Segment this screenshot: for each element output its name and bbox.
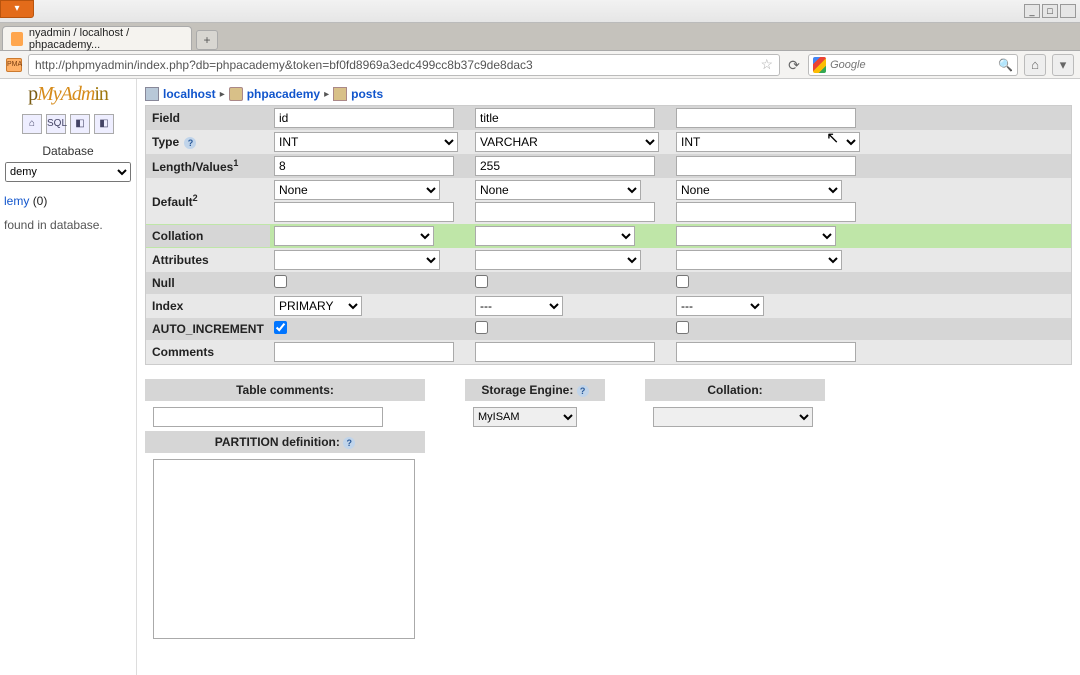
field-type-select[interactable]: INT: [274, 132, 458, 152]
field-collation-select[interactable]: [475, 226, 635, 246]
field-default-value-input[interactable]: [676, 202, 856, 222]
field-default-value-input[interactable]: [475, 202, 655, 222]
search-go-icon[interactable]: 🔍: [998, 58, 1013, 72]
search-bar[interactable]: 🔍: [808, 54, 1018, 76]
bookmark-star-icon[interactable]: ☆: [756, 56, 773, 73]
table-icon: [333, 87, 347, 101]
window-close-button[interactable]: [1060, 4, 1076, 18]
database-select[interactable]: demy: [5, 162, 131, 182]
field-autoincrement-checkbox[interactable]: [274, 321, 287, 334]
pma-main: localhost ▸ phpacademy ▸ posts Field Typ…: [137, 79, 1080, 675]
site-favicon: PMA: [6, 58, 22, 72]
pma-sidebar: pMyAdmin ⌂ SQL ◧ ◧ Database demy lemy (0…: [0, 79, 137, 675]
table-options: Table comments: PARTITION definition: ? …: [145, 379, 1072, 642]
help-icon[interactable]: ?: [577, 385, 589, 397]
os-titlebar: ▾ _ □: [0, 0, 1080, 23]
browser-tabstrip: nyadmin / localhost / phpacademy... +: [0, 23, 1080, 51]
app-menu-button[interactable]: ▾: [0, 0, 34, 18]
label-field: Field: [146, 107, 270, 129]
tab-favicon: [11, 32, 23, 46]
field-null-checkbox[interactable]: [676, 275, 689, 288]
field-null-checkbox[interactable]: [274, 275, 287, 288]
label-index: Index: [146, 295, 270, 317]
field-index-select[interactable]: ---: [475, 296, 563, 316]
label-null: Null: [146, 272, 270, 294]
field-null-checkbox[interactable]: [475, 275, 488, 288]
database-note: found in database.: [0, 208, 136, 232]
label-comments: Comments: [146, 341, 270, 363]
field-default-select[interactable]: None: [274, 180, 440, 200]
browser-toolbar: PMA ☆ ⟳ 🔍 ⌂ ▾: [0, 51, 1080, 79]
sidebar-home-icon[interactable]: ⌂: [22, 114, 42, 134]
reload-button[interactable]: ⟳: [786, 57, 802, 73]
field-length-input[interactable]: [475, 156, 655, 176]
sidebar-sql-icon[interactable]: SQL: [46, 114, 66, 134]
field-length-input[interactable]: [676, 156, 856, 176]
crumb-table[interactable]: posts: [351, 87, 383, 101]
field-name-input[interactable]: [475, 108, 655, 128]
field-attributes-select[interactable]: [676, 250, 842, 270]
crumb-sep: ▸: [324, 89, 329, 100]
url-input[interactable]: [35, 58, 756, 72]
label-collation: Collation: [146, 225, 270, 247]
label-table-comments: Table comments:: [145, 379, 425, 401]
field-comment-input[interactable]: [475, 342, 655, 362]
search-input[interactable]: [830, 59, 994, 71]
database-label: Database: [0, 144, 136, 158]
pma-logo: pMyAdmin: [0, 83, 136, 106]
field-comment-input[interactable]: [676, 342, 856, 362]
window-minimize-button[interactable]: _: [1024, 4, 1040, 18]
label-default: Default2: [146, 189, 270, 213]
browser-tab[interactable]: nyadmin / localhost / phpacademy...: [2, 26, 192, 50]
field-type-select[interactable]: VARCHAR: [475, 132, 659, 152]
label-table-collation: Collation:: [645, 379, 825, 401]
server-icon: [145, 87, 159, 101]
database-link[interactable]: lemy (0): [0, 194, 136, 208]
help-icon[interactable]: ?: [343, 437, 355, 449]
field-default-value-input[interactable]: [274, 202, 454, 222]
label-partition: PARTITION definition: ?: [145, 431, 425, 453]
new-tab-button[interactable]: +: [196, 30, 218, 50]
field-autoincrement-checkbox[interactable]: [475, 321, 488, 334]
field-collation-select[interactable]: [274, 226, 434, 246]
help-icon[interactable]: ?: [184, 137, 196, 149]
crumb-database[interactable]: phpacademy: [247, 87, 320, 101]
field-comment-input[interactable]: [274, 342, 454, 362]
tab-title: nyadmin / localhost / phpacademy...: [29, 27, 177, 51]
field-attributes-select[interactable]: [475, 250, 641, 270]
label-length: Length/Values1: [146, 154, 270, 178]
window-maximize-button[interactable]: □: [1042, 4, 1058, 18]
field-autoincrement-checkbox[interactable]: [676, 321, 689, 334]
crumb-server[interactable]: localhost: [163, 87, 216, 101]
home-button[interactable]: ⌂: [1024, 54, 1046, 76]
field-index-select[interactable]: PRIMARY: [274, 296, 362, 316]
google-icon: [813, 57, 826, 73]
field-attributes-select[interactable]: [274, 250, 440, 270]
field-length-input[interactable]: [274, 156, 454, 176]
menu-button[interactable]: ▾: [1052, 54, 1074, 76]
label-auto-increment: AUTO_INCREMENT: [146, 318, 270, 340]
partition-textarea[interactable]: [153, 459, 415, 639]
sidebar-docs-icon[interactable]: ◧: [70, 114, 90, 134]
database-icon: [229, 87, 243, 101]
field-default-select[interactable]: None: [676, 180, 842, 200]
crumb-sep: ▸: [220, 89, 225, 100]
storage-engine-select[interactable]: MyISAM: [473, 407, 577, 427]
label-type: Type ?: [146, 131, 270, 153]
sidebar-query-icon[interactable]: ◧: [94, 114, 114, 134]
field-name-input[interactable]: [676, 108, 856, 128]
field-name-input[interactable]: [274, 108, 454, 128]
table-comments-input[interactable]: [153, 407, 383, 427]
table-collation-select[interactable]: [653, 407, 813, 427]
field-index-select[interactable]: ---: [676, 296, 764, 316]
field-collation-select[interactable]: [676, 226, 836, 246]
label-storage-engine: Storage Engine: ?: [465, 379, 605, 401]
label-attributes: Attributes: [146, 249, 270, 271]
url-bar[interactable]: ☆: [28, 54, 780, 76]
field-default-select[interactable]: None: [475, 180, 641, 200]
columns-grid: Field Type ? INT VARCHAR INT Length/Valu…: [145, 105, 1072, 365]
breadcrumb: localhost ▸ phpacademy ▸ posts: [145, 83, 1072, 105]
mouse-cursor-icon: ↖: [826, 128, 839, 148]
